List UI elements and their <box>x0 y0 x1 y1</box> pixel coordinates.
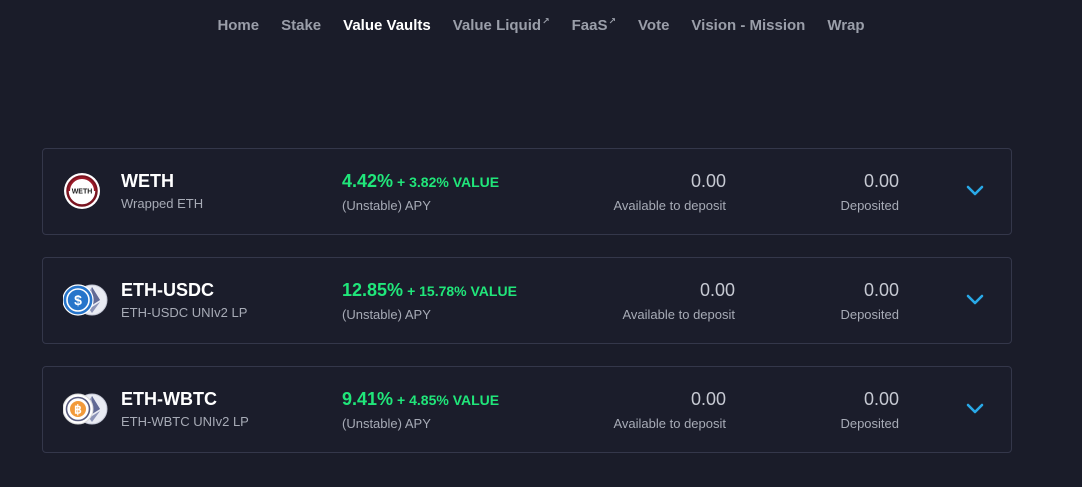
nav-faas[interactable]: FaaS↗ <box>571 16 617 34</box>
weth-icon: WETH <box>64 173 100 209</box>
deposited-amount: 0.00 <box>863 389 899 409</box>
chevron-down-icon[interactable] <box>965 401 985 415</box>
external-link-icon: ↗ <box>542 16 550 26</box>
nav-value-liquid-label: Value Liquid <box>452 17 542 34</box>
vault-name: WETH <box>121 171 174 191</box>
deposited-label: Deposited <box>840 416 899 431</box>
available-amount: 0.00 <box>699 280 735 300</box>
usdc-eth-icon: $ <box>63 284 108 316</box>
vault-name: ETH-USDC <box>121 280 214 300</box>
available-label: Available to deposit <box>622 307 735 322</box>
vault-subtitle: ETH-WBTC UNIv2 LP <box>121 414 249 429</box>
nav-faas-label: FaaS <box>571 17 608 34</box>
nav-home-label: Home <box>217 17 260 34</box>
apy-value: 12.85% + 15.78% VALUE <box>342 280 517 301</box>
apy-rate: 12.85% <box>342 280 404 300</box>
apy-rate: 4.42% <box>342 171 394 191</box>
apy-label: (Unstable) APY <box>342 416 431 431</box>
weth-icon-text: WETH <box>72 189 93 196</box>
nav-value-vaults[interactable]: Value Vaults <box>343 17 431 34</box>
vault-subtitle: ETH-USDC UNIv2 LP <box>121 305 248 320</box>
external-link-icon: ↗ <box>608 16 617 26</box>
apy-value: 4.42% + 3.82% VALUE <box>342 171 499 192</box>
vault-card-eth-usdc[interactable]: $ ETH-USDC ETH-USDC UNIv2 LP 12.85% + 15.… <box>42 257 1012 344</box>
nav-vision-mission-label: Vision - Mission <box>691 17 806 34</box>
apy-rate: 9.41% <box>342 389 394 409</box>
deposited-amount: 0.00 <box>863 280 899 300</box>
apy-label: (Unstable) APY <box>342 307 431 322</box>
vault-card-weth[interactable]: WETH WETH Wrapped ETH 4.42% + 3.82% VALUE… <box>42 148 1012 235</box>
wbtc-eth-icon: ฿ <box>63 393 108 425</box>
nav-vote-label: Vote <box>638 17 670 34</box>
available-amount: 0.00 <box>690 389 726 409</box>
svg-text:$: $ <box>74 292 82 308</box>
nav-value-liquid[interactable]: Value Liquid↗ <box>452 16 550 34</box>
vault-card-eth-wbtc[interactable]: ฿ ETH-WBTC ETH-WBTC UNIv2 LP 9.41% + 4.85… <box>42 366 1012 453</box>
apy-label: (Unstable) APY <box>342 198 431 213</box>
nav-stake-label: Stake <box>281 17 322 34</box>
nav-vote[interactable]: Vote <box>638 17 669 34</box>
deposited-label: Deposited <box>840 198 899 213</box>
chevron-down-icon[interactable] <box>965 183 985 197</box>
chevron-down-icon[interactable] <box>965 292 985 306</box>
nav-stake[interactable]: Stake <box>281 17 321 34</box>
nav-value-vaults-label: Value Vaults <box>343 17 431 34</box>
top-nav: Home Stake Value Vaults Value Liquid↗ Fa… <box>0 16 1082 34</box>
apy-bonus: + 15.78% VALUE <box>407 283 517 299</box>
nav-vision-mission[interactable]: Vision - Mission <box>691 17 805 34</box>
apy-bonus: + 4.85% VALUE <box>397 392 500 408</box>
svg-text:฿: ฿ <box>74 403 82 417</box>
nav-home[interactable]: Home <box>217 17 259 34</box>
vault-name: ETH-WBTC <box>121 389 217 409</box>
available-amount: 0.00 <box>690 171 726 191</box>
deposited-label: Deposited <box>840 307 899 322</box>
deposited-amount: 0.00 <box>863 171 899 191</box>
vault-subtitle: Wrapped ETH <box>121 196 204 211</box>
available-label: Available to deposit <box>613 198 726 213</box>
nav-wrap-label: Wrap <box>827 17 865 34</box>
available-label: Available to deposit <box>613 416 726 431</box>
apy-value: 9.41% + 4.85% VALUE <box>342 389 499 410</box>
nav-wrap[interactable]: Wrap <box>827 17 864 34</box>
apy-bonus: + 3.82% VALUE <box>397 174 500 190</box>
